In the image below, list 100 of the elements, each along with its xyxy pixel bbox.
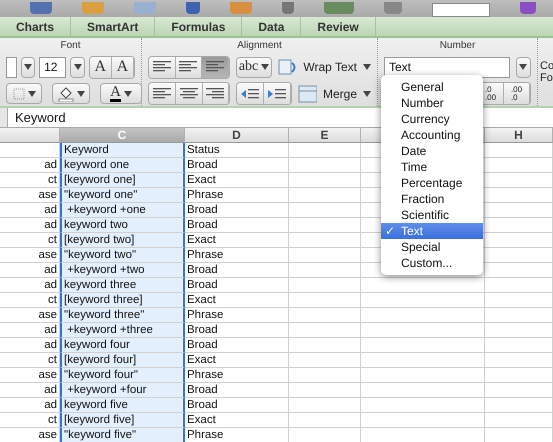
table-cell: Exact: [185, 233, 289, 248]
menu-item[interactable]: Special: [381, 239, 483, 255]
table-cell: Exact: [185, 353, 289, 368]
table-cell: ad: [0, 338, 60, 353]
shrink-font-button[interactable]: A: [112, 56, 134, 78]
menu-item[interactable]: Scientific: [381, 207, 483, 223]
caret-icon: [76, 90, 84, 97]
table-cell: [485, 368, 553, 383]
table-cell: ad: [0, 263, 60, 278]
table-cell: [289, 368, 361, 383]
table-cell: [485, 143, 553, 158]
align-center-button[interactable]: [176, 83, 203, 104]
table-cell: "keyword three": [60, 308, 185, 323]
menu-item[interactable]: Currency: [381, 111, 483, 127]
table-cell: ct: [0, 413, 60, 428]
caret-icon: [28, 90, 36, 97]
table-cell: Phrase: [185, 308, 289, 323]
table-cell: Broad: [185, 263, 289, 278]
indent-left-icon: [241, 88, 260, 100]
table-cell: ct: [0, 353, 60, 368]
menu-item[interactable]: Custom...: [381, 255, 483, 271]
zoom-field[interactable]: [432, 3, 490, 17]
align-lines-icon: [180, 88, 198, 100]
column-header[interactable]: E: [289, 128, 361, 143]
align-right-button[interactable]: [202, 83, 230, 104]
ribbon-tab[interactable]: Review: [301, 17, 376, 36]
table-cell: "keyword five": [60, 428, 185, 442]
align-left-button[interactable]: [149, 83, 176, 104]
ribbon-tab[interactable]: Formulas: [155, 17, 242, 36]
caret-icon: [261, 64, 270, 70]
table-cell: keyword three: [60, 278, 185, 293]
table-cell: [289, 218, 361, 233]
column-header[interactable]: [0, 128, 60, 143]
table-cell: [485, 353, 553, 368]
ribbon-tab[interactable]: Data: [242, 17, 302, 36]
column-header[interactable]: D: [185, 128, 289, 143]
table-cell: keyword five: [60, 398, 185, 413]
menu-item[interactable]: Fraction: [381, 191, 483, 207]
decrease-indent-button[interactable]: [237, 83, 264, 104]
table-cell: ad: [0, 383, 60, 398]
align-top-button[interactable]: [149, 56, 176, 78]
table-cell: Broad: [185, 338, 289, 353]
table-cell: [485, 323, 553, 338]
align-lines-icon: [152, 61, 171, 74]
table-cell: [289, 203, 361, 218]
borders-button[interactable]: [6, 83, 42, 104]
table-cell: Exact: [185, 173, 289, 188]
toolbar-icon[interactable]: [30, 2, 52, 14]
menu-item[interactable]: Time: [381, 159, 483, 175]
caret-icon: [124, 90, 132, 97]
ribbon-tab[interactable]: Charts: [0, 17, 72, 36]
table-cell: [289, 353, 361, 368]
table-cell: keyword one: [60, 158, 185, 173]
fill-color-button[interactable]: [52, 83, 90, 104]
table-cell: [289, 143, 361, 158]
table-cell: [485, 248, 553, 263]
menu-item[interactable]: ✓ Text: [381, 223, 483, 239]
merge-button[interactable]: Merge: [322, 86, 357, 101]
font-name-field[interactable]: [6, 56, 17, 78]
font-color-button[interactable]: A: [100, 83, 142, 104]
menu-item[interactable]: Date: [381, 143, 483, 159]
align-lines-icon: [179, 61, 198, 74]
ribbon-tab[interactable]: SmartArt: [71, 17, 156, 36]
table-cell: [485, 413, 553, 428]
align-middle-button[interactable]: [176, 56, 202, 78]
formula-field[interactable]: Keyword: [15, 110, 66, 125]
font-size-field[interactable]: 12: [39, 56, 66, 78]
table-cell: +keyword +three: [60, 323, 185, 338]
table-cell: Broad: [185, 398, 289, 413]
toolbar-icon[interactable]: [282, 2, 294, 14]
caret-icon: [519, 64, 528, 70]
table-cell: Broad: [185, 203, 289, 218]
orientation-button[interactable]: abc: [236, 56, 272, 78]
table-cell: "keyword one": [60, 188, 185, 203]
wrap-text-button[interactable]: Wrap Text: [303, 60, 357, 74]
column-header[interactable]: H: [485, 128, 553, 143]
table-cell: [289, 308, 361, 323]
align-bottom-button[interactable]: [202, 56, 229, 78]
table-cell: Broad: [185, 218, 289, 233]
increase-indent-button[interactable]: [264, 83, 291, 104]
table-cell: [289, 338, 361, 353]
table-cell: [289, 263, 361, 278]
table-cell: ase: [0, 188, 60, 203]
table-cell: [289, 383, 361, 398]
menu-item[interactable]: Accounting: [381, 127, 483, 143]
caret-icon: [24, 64, 32, 70]
font-size-dropdown[interactable]: [70, 56, 85, 78]
table-cell: ad: [0, 323, 60, 338]
align-lines-icon: [206, 61, 224, 74]
menu-item[interactable]: Percentage: [381, 175, 483, 191]
table-cell: [289, 323, 361, 338]
font-name-dropdown[interactable]: [20, 56, 36, 78]
decrease-decimal-button[interactable]: .00 .0: [504, 83, 530, 104]
number-format-dropdown[interactable]: [516, 56, 531, 78]
table-cell: [289, 158, 361, 173]
caret-icon: [362, 64, 371, 70]
number-format-field[interactable]: Text: [384, 56, 510, 78]
caret-icon: [363, 90, 371, 97]
table-cell: Broad: [185, 278, 289, 293]
grow-font-button[interactable]: A: [90, 56, 112, 78]
